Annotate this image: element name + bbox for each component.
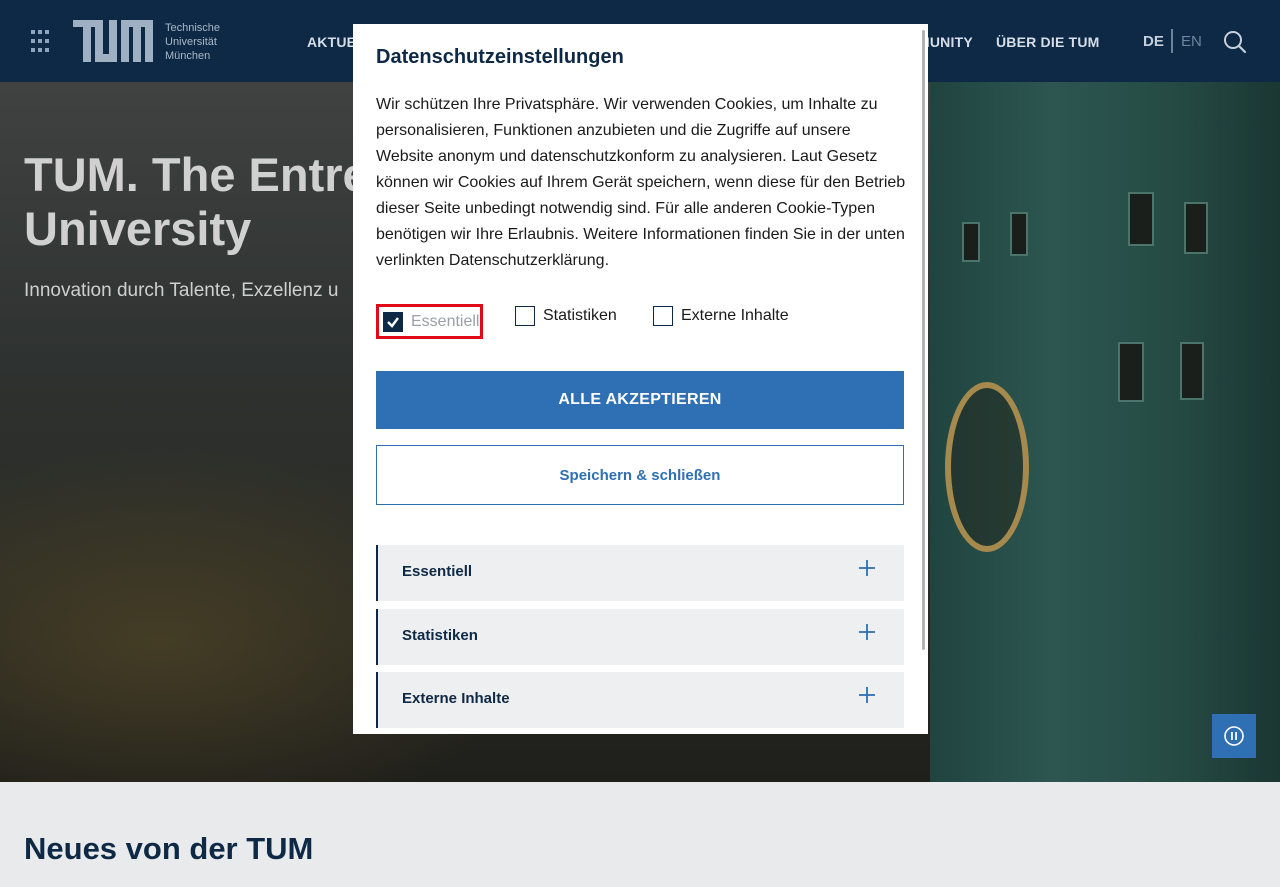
accept-all-button[interactable]: ALLE AKZEPTIEREN <box>376 371 904 429</box>
dialog-description: Wir schützen Ihre Privatsphäre. Wir verw… <box>376 96 906 269</box>
logo-text-line3: München <box>165 50 211 62</box>
clock-face <box>945 382 1029 552</box>
checkbox-label: Externe Inhalte <box>681 307 789 324</box>
plus-icon <box>859 624 875 640</box>
checkbox-unchecked-icon <box>515 306 535 326</box>
nav-ueber-die-tum[interactable]: ÜBER DIE TUM <box>996 34 1100 50</box>
lang-de[interactable]: DE <box>1143 33 1164 50</box>
grid-dot <box>45 30 49 34</box>
news-section-title: Neues von der TUM <box>24 831 314 866</box>
tower-window <box>1180 342 1204 400</box>
checkbox-unchecked-icon <box>653 306 673 326</box>
checkbox-essentiell[interactable]: Essentiell <box>376 304 483 339</box>
grid-dot <box>38 48 42 52</box>
plus-icon <box>859 687 875 703</box>
grid-dot <box>38 39 42 43</box>
grid-dot <box>38 30 42 34</box>
dialog-title: Datenschutzeinstellungen <box>376 46 624 68</box>
search-icon[interactable] <box>1223 30 1247 54</box>
accordion-essentiell[interactable]: Essentiell <box>376 545 904 601</box>
grid-dot <box>31 39 35 43</box>
accordion-externe-inhalte[interactable]: Externe Inhalte <box>376 672 904 728</box>
nav-aktuelles[interactable]: AKTUE <box>307 34 356 50</box>
logo-text-line1: Technische <box>165 22 221 34</box>
checkbox-label: Essentiell <box>411 312 480 330</box>
grid-menu-icon[interactable] <box>31 30 51 54</box>
accordion-label: Essentiell <box>402 563 473 580</box>
university-name: Technische Universität München <box>165 21 220 63</box>
lang-en[interactable]: EN <box>1181 33 1202 50</box>
grid-dot <box>45 39 49 43</box>
logo-text-line2: Universität <box>165 36 217 48</box>
pause-icon <box>1224 726 1244 746</box>
checkbox-checked-icon <box>383 311 403 332</box>
checkbox-externe-inhalte[interactable]: Externe Inhalte <box>653 306 789 326</box>
checkbox-statistiken[interactable]: Statistiken <box>515 306 617 326</box>
tower-window <box>962 222 980 262</box>
accordion-statistiken[interactable]: Statistiken <box>376 609 904 665</box>
tum-logo[interactable] <box>73 20 153 62</box>
lang-divider <box>1171 29 1173 53</box>
accordion-label: Statistiken <box>402 627 478 644</box>
plus-icon <box>859 560 875 576</box>
grid-dot <box>45 48 49 52</box>
tower-window <box>1184 202 1208 254</box>
hero-subtitle: Innovation durch Talente, Exzellenz u <box>24 280 339 301</box>
grid-dot <box>31 48 35 52</box>
grid-dot <box>31 30 35 34</box>
tower-window <box>1118 342 1144 402</box>
tower-window <box>1128 192 1154 246</box>
privacy-settings-dialog: Datenschutzeinstellungen Wir schützen Ih… <box>353 24 928 734</box>
pause-button[interactable] <box>1212 714 1256 758</box>
accordion-label: Externe Inhalte <box>402 690 510 707</box>
save-and-close-button[interactable]: Speichern & schließen <box>376 445 904 505</box>
dialog-scrollbar[interactable] <box>922 30 925 650</box>
tower-window <box>1010 212 1028 256</box>
checkbox-label: Statistiken <box>543 307 617 324</box>
